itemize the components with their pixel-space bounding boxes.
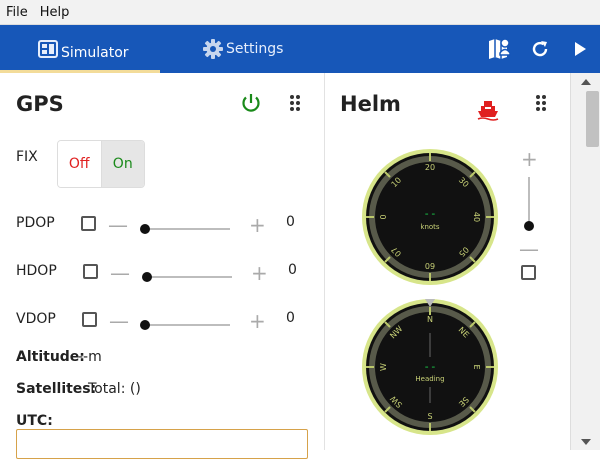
fix-on-button[interactable]: On <box>101 141 144 187</box>
satellites-label: Satellites: <box>16 381 97 397</box>
altitude-value: --m <box>78 349 102 365</box>
heading-gauge: N NE E SE S SW W NW -- Heading <box>362 299 498 435</box>
tab-simulator-label: Simulator <box>61 45 129 61</box>
speed-readout: -- <box>423 207 436 220</box>
tab-simulator[interactable]: Simulator <box>38 25 129 73</box>
drag-handle-icon[interactable] <box>535 94 547 112</box>
hdop-plus-button[interactable]: + <box>251 263 268 283</box>
pdop-plus-button[interactable]: + <box>249 215 266 235</box>
refresh-icon <box>532 41 548 57</box>
throttle-plus-button[interactable]: + <box>521 149 538 169</box>
gear-icon <box>203 39 223 59</box>
pdop-value: 0 <box>286 214 295 230</box>
dashboard-icon <box>38 40 58 58</box>
menu-file[interactable]: File <box>0 5 34 20</box>
power-icon[interactable] <box>240 92 262 114</box>
fix-off-button[interactable]: Off <box>58 141 102 187</box>
altitude-label: Altitude: <box>16 349 85 365</box>
vdop-label: VDOP <box>16 311 56 327</box>
utc-input[interactable] <box>16 429 308 459</box>
tab-settings[interactable]: Settings <box>203 25 283 73</box>
hdop-value: 0 <box>288 262 297 278</box>
hdop-checkbox[interactable] <box>83 264 98 279</box>
speed-tick-09: 09 <box>425 262 435 271</box>
drag-handle-icon[interactable] <box>289 94 301 112</box>
pdop-checkbox[interactable] <box>81 216 96 231</box>
fix-label: FIX <box>16 149 38 165</box>
fix-toggle: Off On <box>57 140 145 188</box>
menu-help[interactable]: Help <box>34 5 76 20</box>
gps-panel: GPS FIX Off On PDOP — + 0 HDOP — + 0 VDO… <box>0 73 325 459</box>
scroll-down-arrow-icon[interactable] <box>581 439 591 445</box>
app-toolbar: Simulator Settings <box>0 25 600 73</box>
vdop-slider-thumb[interactable] <box>140 320 150 330</box>
scrollbar-thumb[interactable] <box>586 91 599 147</box>
speed-tick-0: 0 <box>379 214 388 219</box>
hdop-label: HDOP <box>16 263 57 279</box>
speed-unit: knots <box>420 223 440 231</box>
scroll-up-arrow-icon[interactable] <box>581 79 591 85</box>
pdop-slider-track[interactable] <box>145 228 230 230</box>
map-person-icon <box>489 38 511 59</box>
heading-tick-s: S <box>427 412 432 421</box>
play-button[interactable] <box>568 37 592 61</box>
pdop-label: PDOP <box>16 215 55 231</box>
heading-tick-e: E <box>472 364 481 369</box>
vdop-value: 0 <box>286 310 295 326</box>
hdop-minus-button[interactable]: — <box>110 263 130 283</box>
heading-tick-n: N <box>427 315 433 324</box>
pdop-slider-thumb[interactable] <box>140 224 150 234</box>
hdop-slider-thumb[interactable] <box>142 272 152 282</box>
vdop-minus-button[interactable]: — <box>109 311 129 331</box>
utc-label: UTC: <box>16 413 53 429</box>
vdop-checkbox[interactable] <box>82 312 97 327</box>
scrollbar[interactable] <box>570 73 600 450</box>
vdop-slider-track[interactable] <box>145 324 230 326</box>
throttle-minus-button[interactable]: — <box>519 239 539 259</box>
gps-title: GPS <box>16 92 64 116</box>
heading-tick-w: W <box>379 363 388 371</box>
throttle-slider-thumb[interactable] <box>524 221 534 231</box>
tab-settings-label: Settings <box>226 41 284 57</box>
hdop-slider-track[interactable] <box>147 276 232 278</box>
refresh-button[interactable] <box>528 37 552 61</box>
satellites-value: Total: () <box>88 381 141 397</box>
helm-panel: Helm 20 30 40 05 09 07 0 10 -- knots N N… <box>325 73 570 450</box>
helm-title: Helm <box>340 92 401 116</box>
heading-readout: -- <box>423 360 436 373</box>
map-person-button[interactable] <box>488 37 512 61</box>
throttle-checkbox[interactable] <box>521 265 536 280</box>
play-icon <box>575 42 586 56</box>
pdop-minus-button[interactable]: — <box>108 215 128 235</box>
boat-icon <box>477 101 499 121</box>
speed-tick-20: 20 <box>425 163 435 172</box>
menu-bar: File Help <box>0 0 600 25</box>
throttle-slider-track[interactable] <box>528 177 530 227</box>
speed-gauge: 20 30 40 05 09 07 0 10 -- knots <box>362 149 498 285</box>
heading-unit: Heading <box>415 375 444 383</box>
vdop-plus-button[interactable]: + <box>249 311 266 331</box>
speed-tick-40: 40 <box>472 212 481 222</box>
